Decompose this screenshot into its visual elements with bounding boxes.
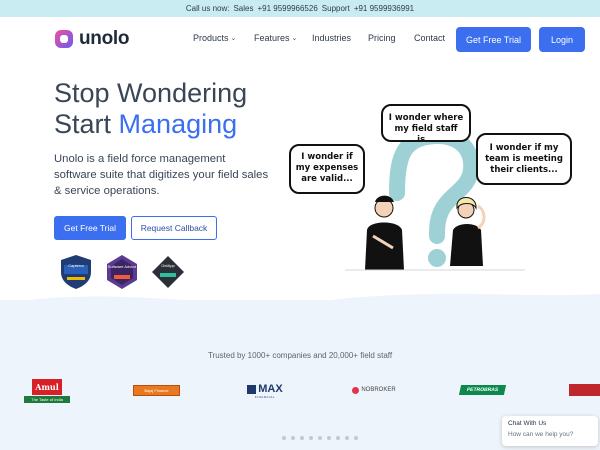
amul-tagline: The Taste of India	[24, 396, 70, 403]
carousel-dot[interactable]	[291, 436, 295, 440]
capterra-badge-label: Capterra	[68, 263, 84, 268]
amul-logo-mark: Amul	[32, 379, 62, 395]
chat-subtitle: How can we help you?	[508, 431, 574, 438]
carousel-dot[interactable]	[318, 436, 322, 440]
unolo-logo-icon	[55, 30, 73, 48]
speech-bubble-expenses: I wonder if my expenses are valid...	[289, 144, 365, 194]
client-logo-partner	[569, 384, 600, 396]
support-label: Support	[321, 4, 350, 13]
speech-bubble-field-staff: I wonder where my field staff is...	[381, 104, 471, 145]
brand-logo[interactable]: unolo	[54, 28, 130, 50]
sales-label: Sales	[233, 4, 254, 13]
nav-item-pricing-label: Pricing	[368, 33, 396, 43]
software-advice-badge-label: Software Advice	[107, 264, 137, 269]
bajaj-logo-label: Bajaj Finance	[144, 388, 169, 393]
top-announcement-bar: Call us now: Sales +91 9599966526 Suppor…	[0, 0, 600, 17]
chevron-down-icon: ⌄	[230, 35, 237, 42]
login-button[interactable]: Login	[539, 27, 585, 52]
carousel-dot[interactable]	[282, 436, 286, 440]
petrobras-logo-text: PETROBRAS	[466, 387, 499, 393]
carousel-dots	[282, 436, 358, 440]
client-logo-bajaj: Bajaj Finance	[133, 385, 180, 396]
getapp-badge-label: GetApp	[161, 263, 175, 268]
hero-get-free-trial-button[interactable]: Get Free Trial	[54, 216, 126, 240]
carousel-dot[interactable]	[327, 436, 331, 440]
client-logo-nobroker: NOBROKER	[352, 384, 396, 396]
nobroker-logo-icon	[352, 386, 360, 394]
nav-item-contact-label: Contact	[414, 33, 446, 43]
hero-description: Unolo is a field force management softwa…	[54, 153, 269, 197]
chat-widget[interactable]: Chat With Us How can we help you?	[502, 416, 598, 446]
client-logo-amul: Amul The Taste of India	[24, 376, 70, 406]
nav-item-industries-label: Industries	[312, 33, 352, 43]
nav-menu: Products ⌄ Features ⌄ Industries Pricing…	[193, 33, 454, 43]
max-logo-text: MAX	[258, 383, 283, 395]
nav-item-industries[interactable]: Industries	[312, 33, 368, 43]
client-logos-strip: Amul The Taste of India Bajaj Finance MA…	[0, 376, 600, 406]
call-us-label: Call us now:	[185, 4, 230, 13]
chevron-down-icon: ⌄	[291, 35, 298, 42]
nav-item-contact[interactable]: Contact	[414, 33, 454, 43]
nav-item-products-label: Products	[193, 33, 229, 43]
hero-title-accent: Managing	[118, 109, 238, 139]
carousel-dot[interactable]	[345, 436, 349, 440]
carousel-dot[interactable]	[336, 436, 340, 440]
brand-name: unolo	[79, 28, 130, 49]
nav-item-features-label: Features	[254, 33, 290, 43]
chat-title: Chat With Us	[508, 420, 547, 427]
request-callback-button[interactable]: Request Callback	[131, 216, 217, 240]
wave-divider	[0, 293, 600, 314]
max-logo-sub: FINANCIAL	[254, 395, 276, 399]
client-logo-max: MAX FINANCIAL	[245, 381, 285, 401]
nobroker-logo-text: NOBROKER	[361, 387, 396, 393]
main-nav: unolo Products ⌄ Features ⌄ Industries P…	[0, 17, 600, 61]
speech-bubble-team-clients: I wonder if my team is meeting their cli…	[476, 133, 572, 185]
max-logo-icon	[247, 384, 257, 394]
hero-title-line1: Stop Wondering	[54, 78, 248, 108]
nav-get-free-trial-button[interactable]: Get Free Trial	[456, 27, 531, 52]
carousel-dot[interactable]	[300, 436, 304, 440]
hero-title-line2-start: Start	[54, 109, 112, 139]
carousel-dot[interactable]	[309, 436, 313, 440]
carousel-dot[interactable]	[354, 436, 358, 440]
nav-item-pricing[interactable]: Pricing	[368, 33, 414, 43]
nav-item-products[interactable]: Products ⌄	[193, 33, 254, 43]
nav-item-features[interactable]: Features ⌄	[254, 33, 312, 43]
hero-title: Stop Wondering Start Managing	[54, 78, 247, 140]
trusted-by-text: Trusted by 1000+ companies and 20,000+ f…	[207, 351, 393, 360]
client-logo-petrobras: PETROBRAS	[458, 385, 507, 395]
sales-phone-link[interactable]: +91 9599966526	[257, 4, 317, 13]
support-phone-link[interactable]: +91 9599936991	[354, 4, 414, 13]
